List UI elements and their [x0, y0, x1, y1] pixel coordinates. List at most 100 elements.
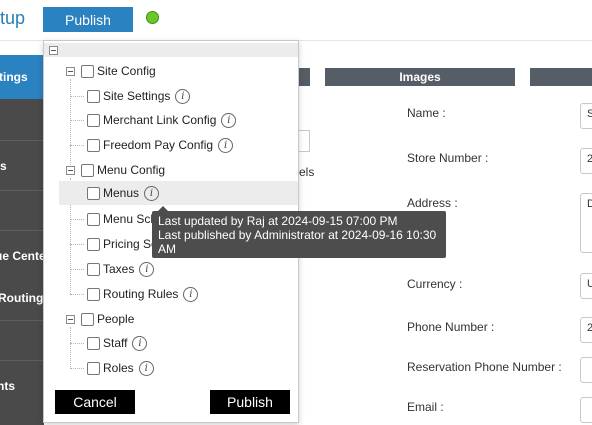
tooltip-updated-line: Last updated by Raj at 2024-09-15 07:00 … — [158, 214, 398, 228]
sidebar-item-events[interactable]: nts — [0, 373, 44, 399]
tree-group-label: People — [97, 312, 135, 326]
tree-item-menu-schedules[interactable]: Menu Sch — [87, 208, 157, 230]
info-icon[interactable]: i — [175, 88, 191, 104]
tooltip-published-line: Last published by Administrator at 2024-… — [158, 228, 437, 242]
divider — [0, 190, 44, 191]
app-title: tup — [0, 8, 26, 28]
top-bar: tup Publish — [0, 0, 592, 41]
tree-connector — [70, 219, 84, 220]
collapse-icon[interactable] — [66, 66, 75, 76]
collapse-all-icon[interactable] — [49, 46, 58, 55]
tree-item-pricing-schedules[interactable]: Pricing Sc — [87, 233, 157, 255]
people-checkbox[interactable] — [81, 312, 94, 326]
currency-select[interactable]: U — [580, 273, 592, 299]
info-icon[interactable]: i — [138, 360, 154, 376]
info-icon[interactable]: i — [218, 137, 234, 153]
tab-label: Images — [399, 70, 441, 84]
tree-item-label: Taxes — [103, 262, 135, 276]
sidebar-item-routing[interactable]: Routing — [0, 285, 44, 311]
staff-checkbox[interactable] — [87, 336, 100, 350]
phone-number-label: Phone Number : — [407, 320, 495, 334]
sidebar-item-label: Routing — [0, 291, 44, 305]
tree-item-routing-rules[interactable]: Routing Rules i — [87, 283, 199, 305]
merchant-link-config-checkbox[interactable] — [87, 113, 100, 127]
store-number-label: Store Number : — [407, 151, 489, 165]
freedom-pay-config-checkbox[interactable] — [87, 138, 100, 152]
roles-checkbox[interactable] — [87, 361, 100, 375]
tree-connector — [70, 368, 84, 369]
publish-info-tooltip: Last updated by Raj at 2024-09-15 07:00 … — [152, 206, 446, 258]
tree-item-freedom-pay-config[interactable]: Freedom Pay Config i — [87, 134, 234, 156]
tree-item-label: Roles — [103, 361, 134, 375]
info-icon[interactable]: i — [132, 335, 148, 351]
tree-connector — [70, 145, 84, 146]
collapse-icon[interactable] — [66, 314, 75, 324]
divider — [0, 360, 44, 361]
cancel-button[interactable]: Cancel — [55, 390, 135, 414]
tab[interactable] — [530, 68, 592, 86]
tree-group-people[interactable]: People — [66, 308, 134, 330]
tree-item-roles[interactable]: Roles i — [87, 357, 154, 379]
reservation-phone-label: Reservation Phone Number : — [407, 360, 562, 374]
collapse-icon[interactable] — [66, 165, 75, 175]
name-label: Name : — [407, 106, 446, 120]
tree-connector — [70, 294, 84, 295]
tree-item-taxes[interactable]: Taxes i — [87, 258, 155, 280]
tree-group-label: Site Config — [97, 64, 156, 78]
menu-schedules-checkbox[interactable] — [87, 212, 100, 226]
sidebar-item-label: ue Cente — [0, 249, 44, 263]
tree-connector — [70, 269, 84, 270]
sidebar-item[interactable]: s — [0, 153, 44, 179]
site-settings-checkbox[interactable] — [87, 89, 100, 103]
tree-connector — [70, 96, 84, 97]
address-field[interactable]: D — [580, 193, 592, 253]
tree-group-site-config[interactable]: Site Config — [66, 60, 156, 82]
menu-config-checkbox[interactable] — [81, 163, 94, 177]
divider — [0, 140, 44, 141]
tree-connector — [70, 120, 84, 121]
sidebar-item-queue-center[interactable]: ue Cente — [0, 243, 44, 269]
phone-number-field[interactable]: 2 — [580, 317, 592, 343]
info-icon[interactable]: i — [144, 185, 160, 201]
info-icon[interactable]: i — [221, 112, 237, 128]
sidebar-item-label: s — [0, 159, 7, 173]
tree-item-site-settings[interactable]: Site Settings i — [87, 85, 191, 107]
tree-item-label: Staff — [103, 336, 128, 350]
tree-item-label: Menu Sch — [103, 212, 158, 226]
tab-images[interactable]: Images — [325, 68, 515, 86]
site-config-checkbox[interactable] — [81, 64, 94, 78]
pricing-schedules-checkbox[interactable] — [87, 237, 100, 251]
tree-item-label: Merchant Link Config — [103, 113, 217, 127]
store-number-field[interactable]: 2 — [580, 148, 592, 174]
tree-item-menus[interactable]: Menus i — [59, 181, 298, 205]
tree-item-label: Menus — [103, 186, 140, 200]
email-field[interactable] — [580, 397, 592, 423]
tree-connector — [70, 327, 71, 369]
tree-group-menu-config[interactable]: Menu Config — [66, 159, 165, 181]
tree-connector — [70, 79, 71, 169]
tree-item-label: Site Settings — [103, 89, 171, 103]
info-icon[interactable]: i — [139, 261, 155, 277]
routing-rules-checkbox[interactable] — [87, 287, 100, 301]
reservation-phone-field[interactable] — [580, 357, 592, 383]
taxes-checkbox[interactable] — [87, 262, 100, 276]
publish-button[interactable]: Publish — [43, 7, 133, 32]
tree-connector — [70, 343, 84, 344]
sidebar-item-label: nts — [0, 379, 15, 393]
name-field[interactable]: S — [580, 103, 592, 129]
email-label: Email : — [407, 400, 444, 414]
popup-header — [44, 43, 298, 57]
sidebar-item-settings[interactable]: ttings — [0, 55, 44, 99]
currency-label: Currency : — [407, 277, 463, 291]
tree-item-label: Pricing Sc — [103, 237, 158, 251]
tree-item-staff[interactable]: Staff i — [87, 332, 148, 354]
address-label: Address : — [407, 196, 458, 210]
info-icon[interactable]: i — [183, 286, 199, 302]
sidebar-item-label: ttings — [0, 70, 28, 84]
popup-publish-button[interactable]: Publish — [210, 390, 290, 414]
tree-item-merchant-link-config[interactable]: Merchant Link Config i — [87, 109, 237, 131]
divider — [0, 320, 44, 321]
menus-checkbox[interactable] — [87, 186, 100, 200]
tree-item-label: Routing Rules — [103, 287, 179, 301]
divider — [0, 230, 44, 231]
